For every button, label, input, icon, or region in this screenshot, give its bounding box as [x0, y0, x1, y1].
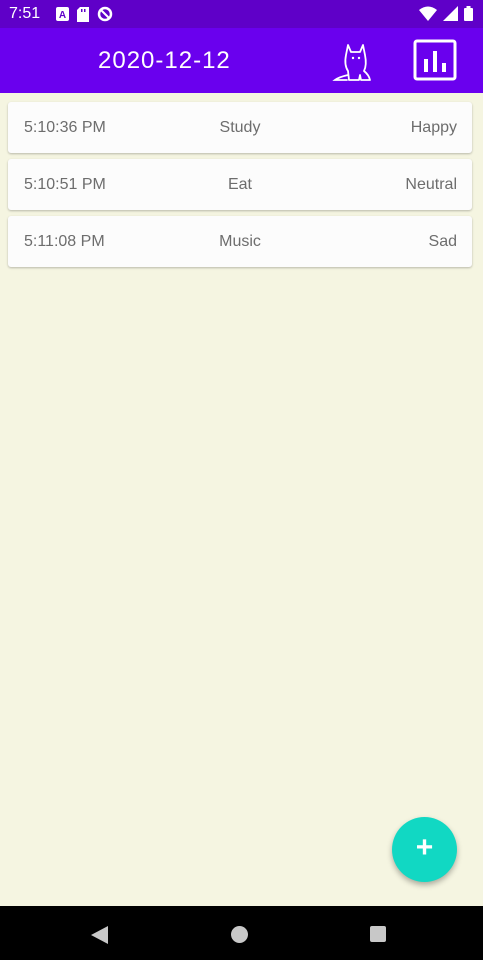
cat-button[interactable] [331, 39, 377, 83]
list-item[interactable]: 5:10:36 PM Study Happy [8, 102, 472, 153]
list-item[interactable]: 5:11:08 PM Music Sad [8, 216, 472, 267]
bar-chart-icon [413, 39, 457, 81]
data-saver-icon [97, 6, 113, 22]
status-left-icons: A [56, 6, 113, 22]
recents-icon[interactable] [370, 926, 386, 942]
page-title: 2020-12-12 [98, 47, 231, 74]
entry-activity: Eat [227, 176, 252, 193]
a-text-icon: A [56, 7, 69, 21]
status-time: 7:51 [9, 5, 41, 22]
entry-list: 5:10:36 PM Study Happy 5:10:51 PM Eat Ne… [8, 102, 472, 273]
stats-button[interactable] [412, 39, 458, 83]
sd-card-icon [77, 6, 89, 22]
status-bar: 7:51 A [0, 0, 483, 28]
entry-mood: Neutral [405, 176, 457, 193]
wifi-icon [419, 6, 437, 21]
signal-icon [443, 6, 458, 21]
list-item[interactable]: 5:10:51 PM Eat Neutral [8, 159, 472, 210]
entry-activity: Music [219, 233, 261, 250]
svg-text:A: A [59, 10, 66, 21]
app-bar: 2020-12-12 [0, 28, 483, 93]
battery-icon [464, 6, 473, 21]
entry-mood: Happy [410, 119, 457, 136]
back-icon[interactable] [91, 926, 108, 944]
plus-icon: + [415, 831, 434, 864]
cat-icon [332, 44, 371, 81]
entry-mood: Sad [428, 233, 457, 250]
home-icon[interactable] [231, 926, 248, 943]
navigation-bar [0, 906, 483, 960]
add-entry-button[interactable]: + [392, 817, 457, 882]
entry-activity: Study [219, 119, 261, 136]
status-right-icons [419, 6, 473, 21]
